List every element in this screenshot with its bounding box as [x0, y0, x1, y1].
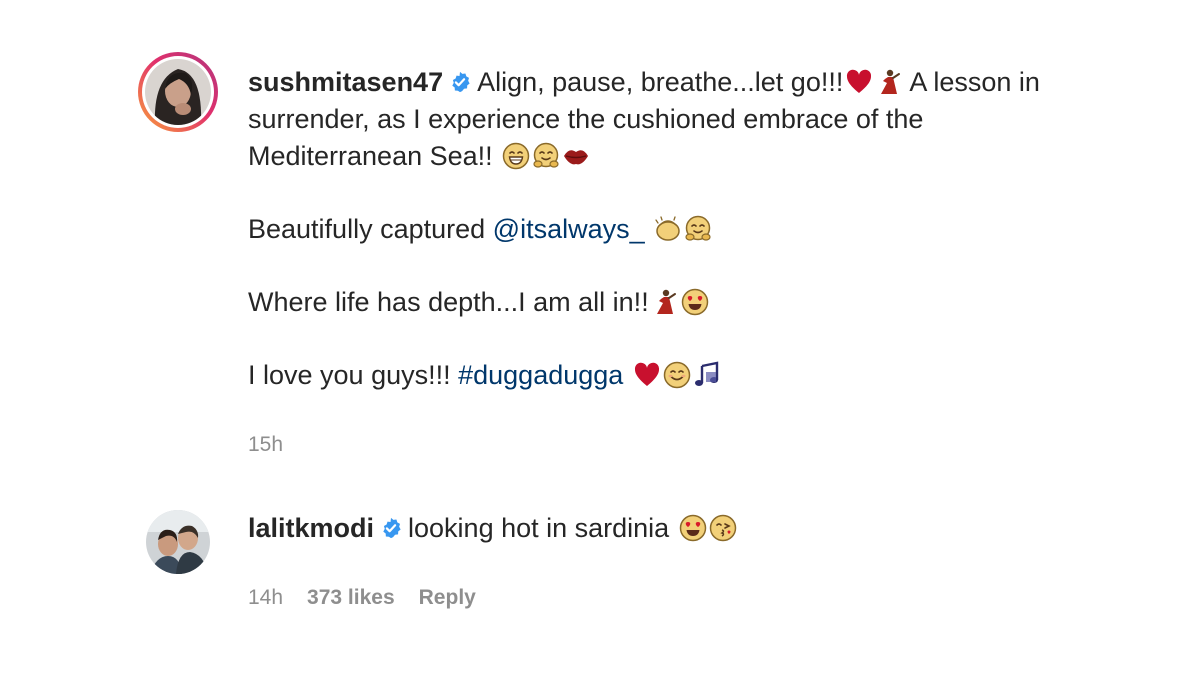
heart-eyes-emoji-icon — [679, 514, 707, 542]
musical-notes-emoji-icon — [693, 361, 721, 389]
post-timestamp[interactable]: 15h — [248, 426, 1098, 463]
story-ring[interactable] — [138, 52, 218, 132]
commenter-avatar[interactable] — [146, 510, 210, 574]
face-blowing-kiss-emoji-icon — [709, 514, 737, 542]
comment-timestamp[interactable]: 14h — [248, 579, 283, 616]
smiling-face-emoji-icon — [663, 361, 691, 389]
red-heart-emoji-icon — [633, 361, 661, 389]
dancer-emoji-icon — [875, 68, 903, 96]
verified-badge-icon — [380, 517, 402, 539]
red-heart-emoji-icon — [845, 68, 873, 96]
verified-badge-icon — [449, 71, 471, 93]
caption-text: Beautifully captured — [248, 214, 493, 244]
hashtag-link[interactable]: #duggadugga — [458, 360, 623, 390]
comment-username[interactable]: lalitkmodi — [248, 513, 374, 543]
reply-button[interactable]: Reply — [419, 579, 476, 616]
caption-text: Where life has depth...I am all in!! — [248, 287, 649, 317]
comment-text-line: lalitkmodi looking hot in sardinia — [248, 510, 1028, 547]
comment-meta: 14h 373 likes Reply — [248, 579, 1028, 616]
post-username[interactable]: sushmitasen47 — [248, 67, 443, 97]
comment-likes-button[interactable]: 373 likes — [307, 579, 395, 616]
hugging-face-emoji-icon — [684, 215, 712, 243]
caption-paragraph-4: I love you guys!!! #duggadugga — [248, 357, 1098, 394]
kiss-lips-emoji-icon — [562, 142, 590, 170]
heart-eyes-emoji-icon — [681, 288, 709, 316]
caption-paragraph-1: sushmitasen47 Align, pause, breathe...let… — [248, 64, 1098, 175]
grinning-emoji-icon — [502, 142, 530, 170]
avatar[interactable] — [145, 59, 211, 125]
hugging-face-emoji-icon — [532, 142, 560, 170]
caption-text: I love you guys!!! — [248, 360, 459, 390]
clapping-hands-emoji-icon — [654, 215, 682, 243]
dancer-emoji-icon — [651, 288, 679, 316]
caption-paragraph-3: Where life has depth...I am all in!! — [248, 284, 1098, 321]
comment-text: looking hot in sardinia — [408, 513, 670, 543]
caption-paragraph-2: Beautifully captured @itsalways_ — [248, 211, 1098, 248]
caption-line-1: Align, pause, breathe...let go!!! — [477, 67, 844, 97]
mention-link[interactable]: @itsalways_ — [493, 214, 645, 244]
